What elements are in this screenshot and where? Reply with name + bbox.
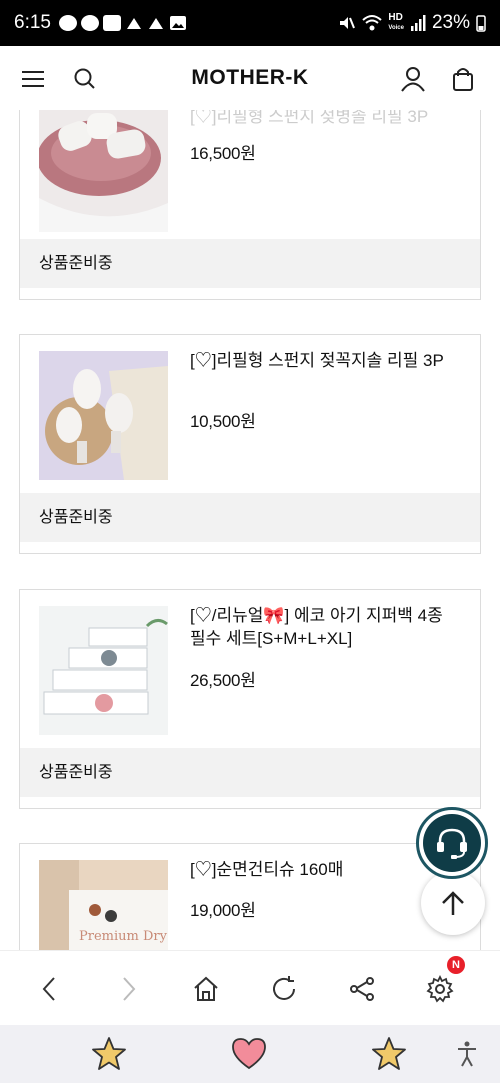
nav-heart-button[interactable] [230, 1035, 268, 1073]
share-button[interactable] [346, 973, 378, 1005]
star-icon [372, 1037, 406, 1070]
product-name[interactable]: [♡]리필형 스펀지 젖꼭지솔 리필 3P [190, 349, 460, 372]
product-image[interactable]: Premium Dry Tissue [39, 860, 168, 950]
notification-icons [58, 14, 187, 32]
settings-button[interactable] [424, 973, 456, 1005]
app-icon [126, 18, 141, 29]
forward-icon [123, 977, 136, 1001]
product-card[interactable]: Premium Dry Tissue [♡]순면건티슈 160매 19,000원 [19, 843, 481, 950]
refresh-button[interactable] [268, 973, 300, 1005]
refresh-icon [273, 976, 295, 1000]
nav-star-button[interactable] [370, 1035, 408, 1073]
product-status: 상품준비중 [20, 239, 480, 288]
clock: 6:15 [14, 12, 51, 33]
wifi-icon [362, 15, 383, 31]
product-name[interactable]: [♡/리뉴얼🎀] 에코 아기 지퍼백 4종 필수 세트[S+M+L+XL] [190, 604, 460, 650]
product-image[interactable] [39, 351, 168, 480]
product-image[interactable] [39, 103, 168, 232]
product-status: 상품준비중 [20, 748, 480, 797]
cart-button[interactable] [448, 64, 478, 94]
app-icon [148, 18, 163, 29]
heart-icon [232, 1038, 266, 1070]
user-icon [401, 67, 425, 92]
star-icon [92, 1037, 126, 1070]
product-card[interactable]: [♡]리필형 스펀지 젖꼭지솔 리필 3P 10,500원 상품준비중 [19, 334, 481, 554]
product-card[interactable]: [♡/리뉴얼🎀] 에코 아기 지퍼백 4종 필수 세트[S+M+L+XL] 26… [19, 589, 481, 809]
home-button[interactable] [190, 973, 222, 1005]
chat-icon [80, 15, 99, 31]
product-list: [♡]리필형 스펀지 젖병솔 리필 3P 16,500원 상품준비중 [♡]리필… [0, 60, 500, 950]
home-icon [194, 976, 218, 1001]
product-status: 상품준비중 [20, 493, 480, 542]
hd-voice-label: HD Voice [388, 12, 404, 32]
support-badge [423, 814, 481, 872]
scroll-top-button[interactable] [421, 871, 485, 935]
status-bar: 6:15 HD Voice 23% [0, 0, 500, 46]
product-price: 19,000원 [190, 901, 256, 920]
back-icon [42, 977, 55, 1001]
settings-icon [426, 974, 454, 1003]
image-icon [169, 16, 186, 30]
signal-icon [410, 15, 426, 31]
talk-icon [58, 15, 77, 31]
product-price: 26,500원 [190, 671, 256, 690]
customer-support-button[interactable] [416, 807, 488, 879]
browser-toolbar [0, 950, 500, 1025]
nav-star-button[interactable] [90, 1035, 128, 1073]
notification-badge: N [447, 956, 465, 974]
system-icons: HD Voice 23% [338, 12, 486, 34]
product-name[interactable]: [♡]순면건티슈 160매 [190, 858, 460, 881]
back-button[interactable] [34, 973, 66, 1005]
battery-icon [476, 15, 486, 32]
accessibility-button[interactable] [452, 1035, 482, 1073]
battery-percent: 23% [431, 12, 470, 33]
shopping-bag-icon [453, 68, 473, 91]
account-button[interactable] [398, 64, 428, 94]
site-header: MOTHER-K [0, 46, 500, 110]
product-image[interactable] [39, 606, 168, 735]
share-icon [350, 977, 374, 1001]
product-price: 16,500원 [190, 144, 256, 163]
mute-icon [340, 17, 356, 29]
forward-button[interactable] [112, 973, 144, 1005]
headset-icon [437, 828, 467, 859]
accessibility-icon [458, 1041, 476, 1067]
arrow-up-icon [442, 891, 464, 915]
thumb-text: Premium Dry Tissue [79, 929, 168, 944]
product-price: 10,500원 [190, 412, 256, 431]
voicemail-icon [102, 15, 121, 31]
system-nav-bar [0, 1025, 500, 1083]
